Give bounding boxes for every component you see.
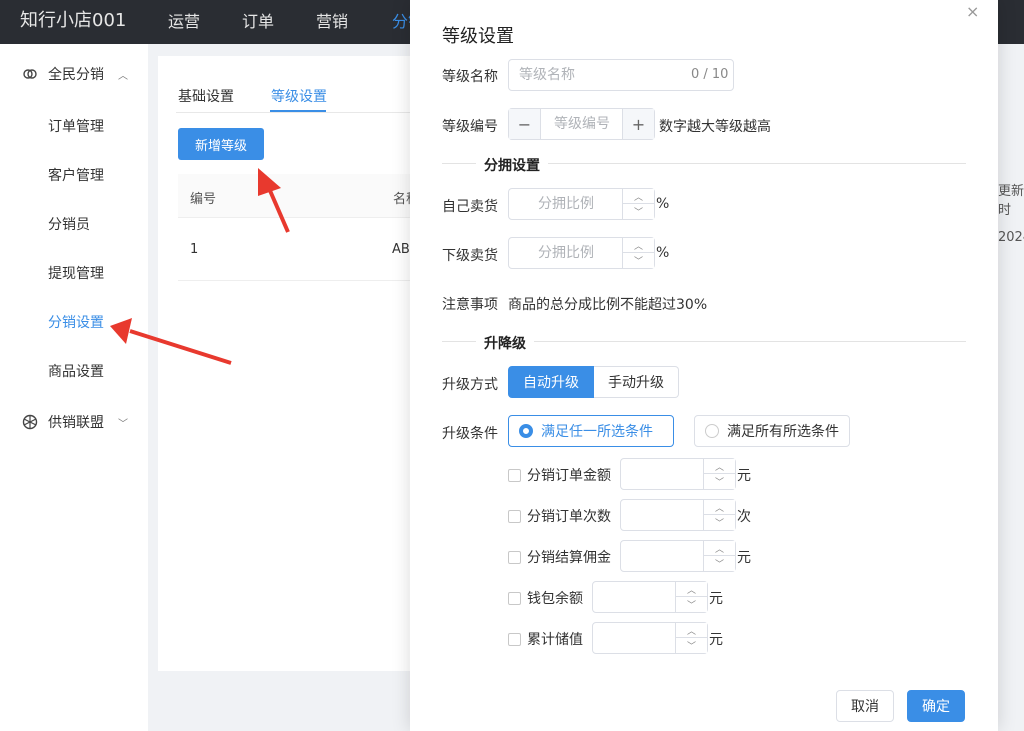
- unit-label: 元: [737, 468, 751, 484]
- increment-button[interactable]: +: [622, 109, 654, 139]
- condition-wallet-balance[interactable]: 钱包余额: [508, 588, 583, 608]
- upgrade-condition-label: 升级条件: [442, 426, 498, 442]
- decrement-button[interactable]: −: [509, 109, 541, 139]
- level-number-input[interactable]: [542, 109, 622, 139]
- auto-upgrade-button[interactable]: 自动升级: [508, 366, 594, 398]
- upgrade-section-title: 升降级: [476, 333, 534, 353]
- table-cell-updated: 2024: [998, 230, 1024, 245]
- level-number-label: 等级编号: [442, 119, 498, 135]
- column-header-updated: 更新时: [998, 184, 1024, 218]
- wallet-balance-spinner: ︿ ﹀: [592, 581, 708, 613]
- spinner-controls: ︿ ﹀: [622, 238, 654, 268]
- checkbox[interactable]: [508, 550, 521, 564]
- confirm-button[interactable]: 确定: [907, 690, 965, 722]
- checkbox[interactable]: [508, 632, 521, 646]
- spinner-controls: ︿ ﹀: [675, 582, 707, 612]
- chevron-up-icon[interactable]: ︿: [676, 623, 707, 638]
- annotation-arrows: [110, 168, 290, 365]
- chevron-down-icon[interactable]: ﹀: [676, 638, 707, 653]
- condition-order-count[interactable]: 分销订单次数: [508, 506, 611, 526]
- level-number-hint: 数字越大等级越高: [659, 119, 771, 135]
- unit-label: 元: [737, 550, 751, 566]
- dialog-title: 等级设置: [442, 26, 514, 47]
- self-sale-label: 自己卖货: [442, 199, 498, 215]
- percent-unit: %: [656, 245, 670, 261]
- condition-label: 累计储值: [527, 632, 583, 648]
- notice-text: 商品的总分成比例不能超过30%: [508, 297, 708, 313]
- self-sale-ratio-input[interactable]: [509, 189, 623, 219]
- condition-label: 钱包余额: [527, 591, 583, 607]
- chevron-down-icon[interactable]: ﹀: [704, 474, 735, 489]
- chevron-down-icon[interactable]: ﹀: [623, 253, 654, 268]
- chevron-up-icon[interactable]: ︿: [676, 582, 707, 597]
- chevron-down-icon[interactable]: ﹀: [704, 556, 735, 571]
- stored-value-input[interactable]: [593, 623, 676, 653]
- commission-spinner: ︿ ﹀: [620, 540, 736, 572]
- radio-any-condition[interactable]: 满足任一所选条件: [508, 415, 674, 447]
- level-name-counter: 0 / 10: [691, 67, 729, 82]
- chevron-up-icon[interactable]: ︿: [704, 541, 735, 556]
- condition-label: 分销订单金额: [527, 468, 611, 484]
- order-amount-spinner: ︿ ﹀: [620, 458, 736, 490]
- condition-total-stored-value[interactable]: 累计储值: [508, 629, 583, 649]
- manual-upgrade-button[interactable]: 手动升级: [594, 366, 679, 398]
- percent-unit: %: [656, 196, 670, 212]
- checkbox[interactable]: [508, 468, 521, 482]
- checkbox[interactable]: [508, 591, 521, 605]
- order-count-input[interactable]: [621, 500, 704, 530]
- spinner-controls: ︿ ﹀: [703, 459, 735, 489]
- unit-label: 次: [737, 509, 751, 525]
- commission-section-title: 分拥设置: [476, 155, 548, 175]
- notice-label: 注意事项: [442, 297, 498, 313]
- chevron-up-icon[interactable]: ︿: [623, 189, 654, 204]
- condition-commission[interactable]: 分销结算佣金: [508, 547, 611, 567]
- spinner-controls: ︿ ﹀: [622, 189, 654, 219]
- wallet-balance-input[interactable]: [593, 582, 676, 612]
- level-name-label: 等级名称: [442, 69, 498, 85]
- chevron-up-icon[interactable]: ︿: [704, 500, 735, 515]
- spinner-controls: ︿ ﹀: [703, 500, 735, 530]
- radio-label: 满足任一所选条件: [541, 424, 653, 440]
- sub-sale-ratio-input[interactable]: [509, 238, 623, 268]
- radio-unchecked-icon: [705, 424, 719, 438]
- sub-sale-ratio-spinner: ︿ ﹀: [508, 237, 655, 269]
- cancel-button[interactable]: 取消: [836, 690, 894, 722]
- condition-label: 分销结算佣金: [527, 550, 611, 566]
- radio-all-conditions[interactable]: 满足所有所选条件: [694, 415, 850, 447]
- upgrade-mode-label: 升级方式: [442, 377, 498, 393]
- radio-checked-icon: [519, 424, 533, 438]
- unit-label: 元: [709, 591, 723, 607]
- arrow-to-add-button: [258, 168, 290, 233]
- chevron-up-icon[interactable]: ︿: [623, 238, 654, 253]
- condition-label: 分销订单次数: [527, 509, 611, 525]
- level-number-stepper: − +: [508, 108, 655, 140]
- chevron-up-icon[interactable]: ︿: [704, 459, 735, 474]
- self-sale-ratio-spinner: ︿ ﹀: [508, 188, 655, 220]
- condition-order-amount[interactable]: 分销订单金额: [508, 465, 611, 485]
- unit-label: 元: [709, 632, 723, 648]
- chevron-down-icon[interactable]: ﹀: [623, 204, 654, 219]
- spinner-controls: ︿ ﹀: [703, 541, 735, 571]
- chevron-down-icon[interactable]: ﹀: [676, 597, 707, 612]
- close-icon[interactable]: ×: [966, 2, 979, 21]
- order-amount-input[interactable]: [621, 459, 704, 489]
- chevron-down-icon[interactable]: ﹀: [704, 515, 735, 530]
- radio-label: 满足所有所选条件: [727, 424, 839, 440]
- commission-input[interactable]: [621, 541, 704, 571]
- stored-value-spinner: ︿ ﹀: [592, 622, 708, 654]
- checkbox[interactable]: [508, 509, 521, 523]
- sub-sale-label: 下级卖货: [442, 248, 498, 264]
- level-settings-dialog: 等级设置 × 等级名称 0 / 10 等级编号 − + 数字越大等级越高 分拥设…: [410, 0, 998, 731]
- spinner-controls: ︿ ﹀: [675, 623, 707, 653]
- arrow-to-distribution-settings: [110, 318, 232, 365]
- order-count-spinner: ︿ ﹀: [620, 499, 736, 531]
